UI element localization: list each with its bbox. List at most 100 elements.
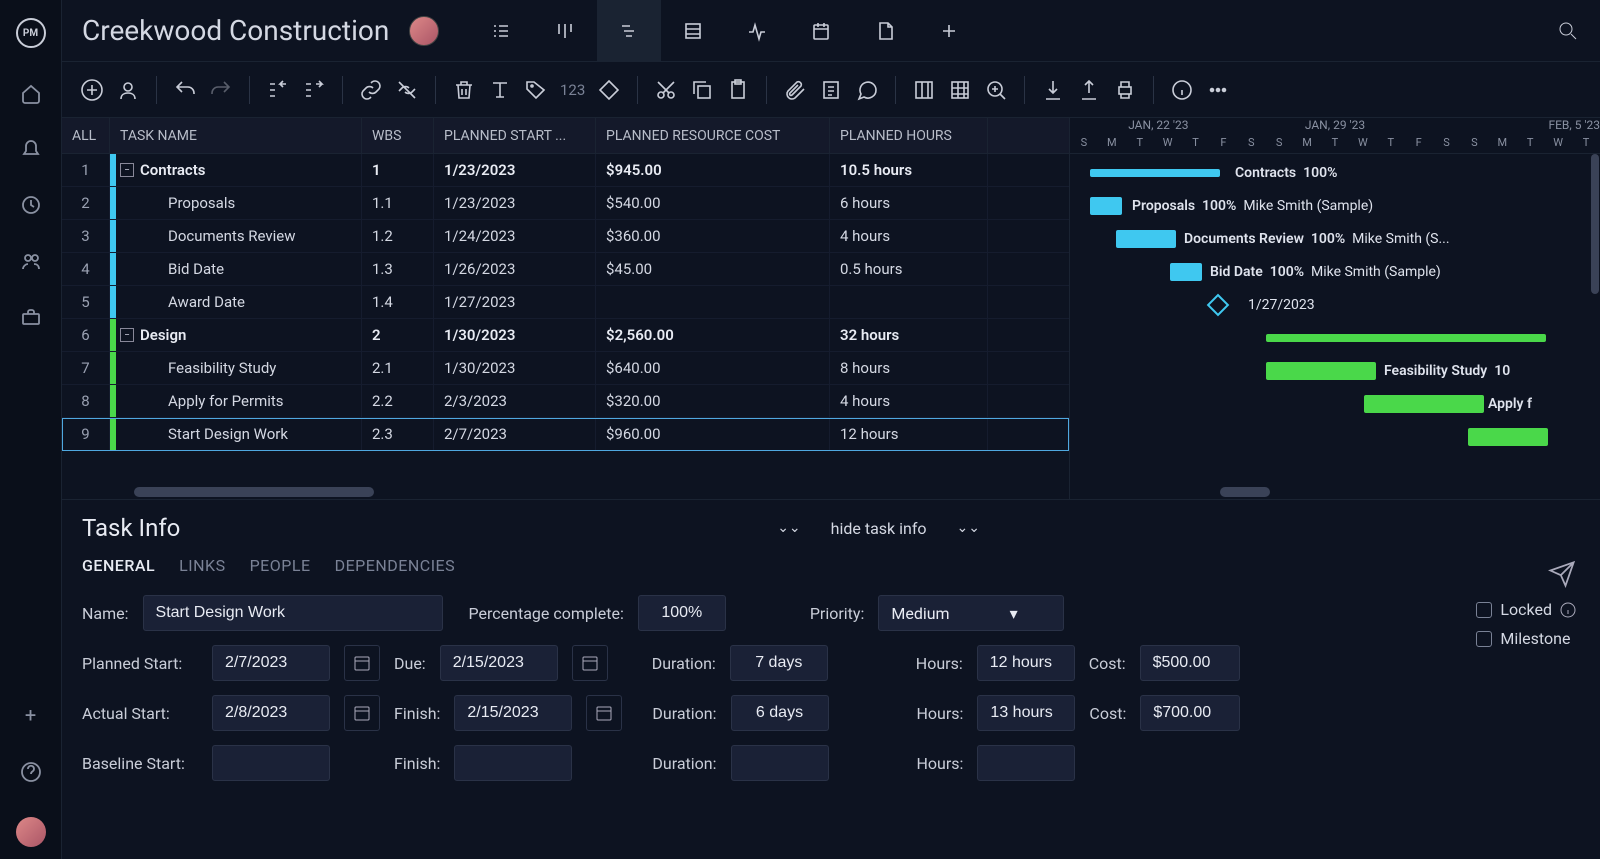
copy-icon[interactable] [690, 78, 714, 102]
export-icon[interactable] [1077, 78, 1101, 102]
text-icon[interactable] [488, 78, 512, 102]
tab-general[interactable]: GENERAL [82, 556, 155, 575]
zoom-icon[interactable] [984, 78, 1008, 102]
planned-start-field[interactable] [212, 645, 330, 681]
redo-icon[interactable] [209, 78, 233, 102]
planned-cost-field[interactable] [1140, 645, 1240, 681]
home-icon[interactable] [20, 82, 42, 104]
locked-checkbox[interactable] [1476, 602, 1492, 618]
briefcase-icon[interactable] [20, 306, 42, 328]
info-icon[interactable] [1560, 602, 1576, 618]
undo-icon[interactable] [173, 78, 197, 102]
gantt-row[interactable]: Proposals 100% Mike Smith (Sample) [1070, 189, 1600, 222]
table-row[interactable]: 2 Proposals 1.1 1/23/2023 $540.00 6 hour… [62, 187, 1069, 220]
attach-icon[interactable] [783, 78, 807, 102]
baseline-start-field[interactable] [212, 745, 330, 781]
col-start[interactable]: PLANNED START ... [434, 118, 596, 153]
view-sheet[interactable] [661, 0, 725, 62]
note-icon[interactable] [819, 78, 843, 102]
table-row[interactable]: 5 Award Date 1.4 1/27/2023 [62, 286, 1069, 319]
collapse-icon[interactable]: − [120, 328, 134, 342]
tab-dependencies[interactable]: DEPENDENCIES [335, 556, 456, 575]
calendar-icon[interactable] [586, 695, 622, 731]
view-calendar[interactable] [789, 0, 853, 62]
import-icon[interactable] [1041, 78, 1065, 102]
table-row[interactable]: 9 Start Design Work 2.3 2/7/2023 $960.00… [62, 418, 1069, 451]
gantt-row[interactable]: Apply f [1070, 387, 1600, 420]
user-avatar[interactable] [16, 817, 46, 847]
clock-icon[interactable] [20, 194, 42, 216]
pct-field[interactable] [638, 595, 726, 631]
people-icon[interactable] [20, 250, 42, 272]
gantt-row[interactable]: Contracts 100% [1070, 156, 1600, 189]
unlink-icon[interactable] [395, 78, 419, 102]
table-hscroll[interactable] [62, 485, 1069, 499]
priority-select[interactable]: Medium▾ [878, 595, 1064, 631]
table-row[interactable]: 7 Feasibility Study 2.1 1/30/2023 $640.0… [62, 352, 1069, 385]
print-icon[interactable] [1113, 78, 1137, 102]
col-hours[interactable]: PLANNED HOURS [830, 118, 988, 153]
col-all[interactable]: ALL [62, 118, 110, 153]
chevron-down-icon[interactable]: ⌄⌄ [777, 520, 800, 536]
comment-icon[interactable] [855, 78, 879, 102]
link-icon[interactable] [359, 78, 383, 102]
view-activity[interactable] [725, 0, 789, 62]
indent-icon[interactable] [302, 78, 326, 102]
hide-task-info[interactable]: hide task info [831, 519, 927, 538]
actual-hours-field[interactable] [977, 695, 1075, 731]
send-icon[interactable] [1548, 560, 1576, 592]
cut-icon[interactable] [654, 78, 678, 102]
info-icon[interactable] [1170, 78, 1194, 102]
tag-icon[interactable] [524, 78, 548, 102]
chevron-down-icon[interactable]: ⌄⌄ [957, 520, 980, 536]
delete-icon[interactable] [452, 78, 476, 102]
table-row[interactable]: 4 Bid Date 1.3 1/26/2023 $45.00 0.5 hour… [62, 253, 1069, 286]
table-row[interactable]: 6 −Design 2 1/30/2023 $2,560.00 32 hours [62, 319, 1069, 352]
calendar-icon[interactable] [344, 645, 380, 681]
help-icon[interactable] [20, 761, 42, 783]
view-board[interactable] [533, 0, 597, 62]
table-row[interactable]: 8 Apply for Permits 2.2 2/3/2023 $320.00… [62, 385, 1069, 418]
table-row[interactable]: 1 −Contracts 1 1/23/2023 $945.00 10.5 ho… [62, 154, 1069, 187]
milestone-checkbox[interactable] [1476, 631, 1492, 647]
gantt-row[interactable]: Documents Review 100% Mike Smith (S... [1070, 222, 1600, 255]
gantt-row[interactable] [1070, 321, 1600, 354]
search-icon[interactable] [1556, 19, 1580, 43]
grid-icon[interactable] [948, 78, 972, 102]
table-row[interactable]: 3 Documents Review 1.2 1/24/2023 $360.00… [62, 220, 1069, 253]
view-gantt[interactable] [597, 0, 661, 62]
app-logo[interactable]: PM [16, 18, 46, 48]
paste-icon[interactable] [726, 78, 750, 102]
gantt-row[interactable]: 1/27/2023 [1070, 288, 1600, 321]
due-field[interactable] [440, 645, 558, 681]
name-field[interactable] [143, 595, 443, 631]
bell-icon[interactable] [20, 138, 42, 160]
outdent-icon[interactable] [266, 78, 290, 102]
actual-duration-field[interactable] [731, 695, 829, 731]
gantt-hscroll[interactable] [1070, 485, 1600, 499]
view-list[interactable] [469, 0, 533, 62]
actual-finish-field[interactable] [454, 695, 572, 731]
col-name[interactable]: TASK NAME [110, 118, 362, 153]
calendar-icon[interactable] [344, 695, 380, 731]
view-file[interactable] [853, 0, 917, 62]
add-task-icon[interactable] [80, 78, 104, 102]
planned-hours-field[interactable] [977, 645, 1075, 681]
actual-cost-field[interactable] [1140, 695, 1240, 731]
baseline-hours-field[interactable] [977, 745, 1075, 781]
gantt-vscroll[interactable] [1590, 154, 1600, 485]
assign-icon[interactable] [116, 78, 140, 102]
col-cost[interactable]: PLANNED RESOURCE COST [596, 118, 830, 153]
planned-duration-field[interactable] [730, 645, 828, 681]
actual-start-field[interactable] [212, 695, 330, 731]
columns-icon[interactable] [912, 78, 936, 102]
tab-people[interactable]: PEOPLE [250, 556, 311, 575]
add-icon[interactable]: + [25, 703, 36, 727]
view-add[interactable] [917, 0, 981, 62]
col-wbs[interactable]: WBS [362, 118, 434, 153]
gantt-row[interactable]: Feasibility Study 10 [1070, 354, 1600, 387]
more-icon[interactable] [1206, 78, 1230, 102]
diamond-icon[interactable] [597, 78, 621, 102]
baseline-duration-field[interactable] [731, 745, 829, 781]
tab-links[interactable]: LINKS [179, 556, 225, 575]
